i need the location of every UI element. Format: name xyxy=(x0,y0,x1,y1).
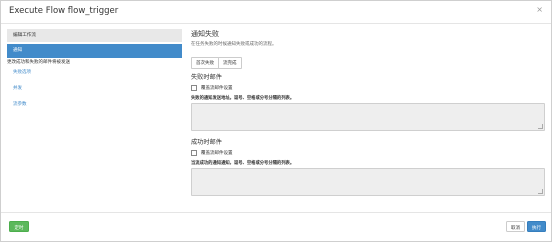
failure-override-row: 覆盖流邮件设置 xyxy=(191,85,547,91)
failure-override-checkbox[interactable] xyxy=(191,85,197,91)
failure-email-title: 失败时邮件 xyxy=(191,74,222,81)
resize-grip-icon[interactable] xyxy=(538,124,543,129)
success-override-checkbox[interactable] xyxy=(191,150,197,156)
execute-flow-modal: Execute Flow flow_trigger × 编辑工作流 通知 更改成… xyxy=(0,0,552,242)
notify-mode-tabs: 首次失败 流完成 xyxy=(191,57,547,69)
close-icon[interactable]: × xyxy=(536,5,543,14)
sidebar-link-flow-parameters[interactable]: 流参数 xyxy=(7,101,182,107)
modal-header: Execute Flow flow_trigger × xyxy=(1,1,551,24)
section-help: 在任务失败的时候通知失败或成功的流程。 xyxy=(191,42,277,47)
modal-footer: 定时 取消 执行 xyxy=(1,212,551,241)
sidebar-note: 更改成功和失败的邮件将被发送 xyxy=(7,60,70,65)
schedule-button[interactable]: 定时 xyxy=(9,221,29,232)
tab-flow-complete[interactable]: 流完成 xyxy=(218,57,242,69)
sidebar: 编辑工作流 通知 更改成功和失败的邮件将被发送 失败选项 并发 流参数 xyxy=(7,29,182,107)
tab-first-failure[interactable]: 首次失败 xyxy=(191,57,219,69)
success-override-row: 覆盖流邮件设置 xyxy=(191,150,547,156)
success-email-title: 成功时邮件 xyxy=(191,139,222,146)
sidebar-link-failure-options[interactable]: 失败选项 xyxy=(7,69,182,75)
notification-panel: 通知失败 在任务失败的时候通知失败或成功的流程。 首次失败 流完成 失败时邮件 … xyxy=(191,29,547,196)
modal-title: Execute Flow flow_trigger xyxy=(9,6,119,16)
failure-override-label: 覆盖流邮件设置 xyxy=(201,86,233,91)
success-email-label: 当流成功的通知通知，逗号、空格或分号分隔的列表。 xyxy=(191,161,295,166)
execute-button[interactable]: 执行 xyxy=(527,221,546,232)
success-override-label: 覆盖流邮件设置 xyxy=(201,151,233,156)
sidebar-item-notification[interactable]: 通知 xyxy=(7,44,182,58)
cancel-button[interactable]: 取消 xyxy=(506,221,525,232)
sidebar-item-edit-workflow[interactable]: 编辑工作流 xyxy=(7,29,182,42)
resize-grip-icon[interactable] xyxy=(538,189,543,194)
sidebar-link-concurrency[interactable]: 并发 xyxy=(7,85,182,91)
failure-email-label: 失败的通知发送地址。逗号、空格或分号分隔的列表。 xyxy=(191,96,295,101)
failure-email-textarea[interactable] xyxy=(191,103,545,131)
section-title: 通知失败 xyxy=(191,30,219,38)
success-email-textarea[interactable] xyxy=(191,168,545,196)
